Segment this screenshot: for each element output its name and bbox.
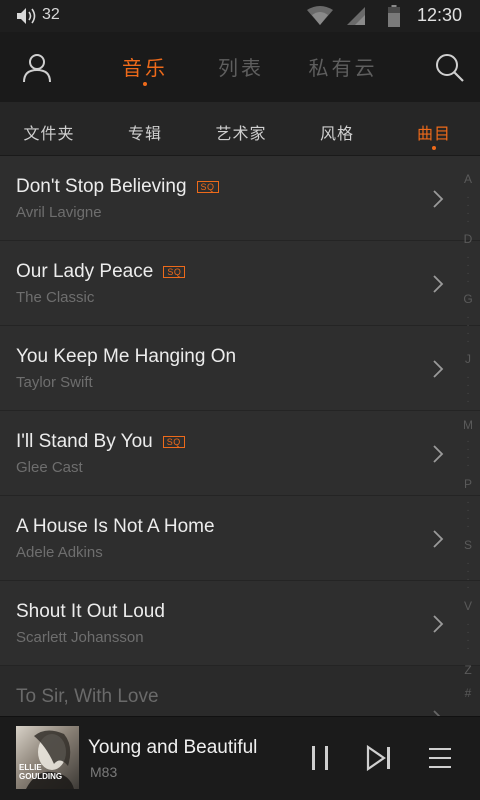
chevron-right-icon [433, 445, 444, 463]
now-playing-artist: M83 [90, 764, 118, 780]
sq-badge: SQ [196, 181, 219, 193]
song-title: Our Lady Peace [16, 261, 154, 282]
index-letter[interactable]: G [456, 292, 480, 306]
song-artist: Scarlett Johansson [16, 629, 144, 646]
index-letter[interactable]: D [456, 232, 480, 246]
volume-icon [17, 8, 36, 24]
song-artist: Glee Cast [16, 459, 83, 476]
next-track-button[interactable] [364, 744, 394, 772]
song-row[interactable]: A House Is Not A Home Adele Adkins [0, 496, 480, 581]
index-letter[interactable]: Z [456, 663, 480, 677]
index-separator: · · · · [466, 192, 470, 227]
tab-private-cloud[interactable]: 私有云 [298, 52, 388, 81]
index-letter[interactable]: P [456, 477, 480, 491]
category-tracks-label: 曲目 [416, 126, 451, 143]
pause-button[interactable] [306, 744, 334, 772]
index-separator: · · · · [466, 497, 470, 532]
album-art-text: ELLIE GOULDING [19, 763, 63, 781]
song-row[interactable]: Don't Stop Believing SQ Avril Lavigne [0, 156, 480, 241]
top-nav: 音乐 列表 私有云 [0, 32, 480, 102]
song-row[interactable]: Shout It Out Loud Scarlett Johansson [0, 581, 480, 666]
song-artist: Taylor Swift [16, 374, 93, 391]
category-genres-label: 风格 [319, 126, 354, 143]
signal-icon [347, 7, 365, 25]
song-row[interactable]: Our Lady Peace SQ The Classic [0, 241, 480, 326]
tab-music-label: 音乐 [122, 58, 168, 80]
clock: 12:30 [416, 5, 462, 25]
index-letter[interactable]: M [456, 418, 480, 432]
song-title: Don't Stop Believing [16, 176, 187, 197]
index-letter[interactable]: A [456, 172, 480, 186]
album-art[interactable]: ELLIE GOULDING [16, 726, 79, 789]
song-row[interactable]: To Sir, With Love [0, 666, 480, 716]
alphabet-index[interactable]: A · · · · D · · · · G · · · · J · · · · M · · · · P · · ·… [456, 166, 480, 706]
now-playing-bar[interactable]: ELLIE GOULDING Young and Beautiful M83 [0, 716, 480, 800]
playlist-menu-button[interactable] [426, 746, 454, 770]
volume-level: 32 [42, 6, 60, 23]
song-artist: Avril Lavigne [16, 204, 102, 221]
tab-playlists-label: 列表 [218, 58, 264, 80]
chevron-right-icon [433, 615, 444, 633]
index-separator: · · · · [466, 558, 470, 593]
category-artists-label: 艺术家 [215, 126, 267, 143]
song-row[interactable]: You Keep Me Hanging On Taylor Swift [0, 326, 480, 411]
chevron-right-icon [433, 360, 444, 378]
tab-playlists[interactable]: 列表 [196, 52, 286, 81]
search-icon[interactable] [432, 50, 466, 84]
song-title: Shout It Out Loud [16, 601, 165, 622]
song-artist: Adele Adkins [16, 544, 103, 561]
category-tabs: 文件夹 专辑 艺术家 风格 曲目 [0, 102, 480, 156]
index-separator: · · · · [466, 436, 470, 471]
song-artist: The Classic [16, 289, 95, 306]
index-letter[interactable]: S [456, 538, 480, 552]
category-tracks[interactable]: 曲目 [389, 120, 479, 150]
index-letter[interactable]: # [456, 686, 480, 700]
index-letter[interactable]: J [456, 352, 480, 366]
category-folders[interactable]: 文件夹 [4, 120, 94, 144]
song-row[interactable]: I'll Stand By You SQ Glee Cast [0, 411, 480, 496]
tab-private-cloud-label: 私有云 [308, 58, 378, 80]
active-tab-indicator [143, 82, 147, 86]
status-bar: 32 12:30 [0, 0, 480, 32]
index-separator: · · · · [466, 372, 470, 407]
sq-badge: SQ [163, 266, 186, 278]
song-list: Don't Stop Believing SQ Avril Lavigne Ou… [0, 156, 480, 716]
chevron-right-icon [433, 190, 444, 208]
category-artists[interactable]: 艺术家 [196, 120, 286, 144]
user-icon[interactable] [20, 50, 54, 84]
song-title: I'll Stand By You [16, 431, 153, 452]
song-title: A House Is Not A Home [16, 516, 215, 537]
index-separator: · · · · [466, 252, 470, 287]
index-separator: · · · · [466, 312, 470, 347]
song-title: To Sir, With Love [16, 686, 159, 707]
category-albums[interactable]: 专辑 [100, 120, 190, 144]
category-folders-label: 文件夹 [23, 126, 75, 143]
tab-music[interactable]: 音乐 [100, 52, 190, 86]
active-category-indicator [432, 146, 436, 150]
index-separator: · · · · [466, 619, 470, 654]
wifi-icon [307, 6, 333, 25]
index-letter[interactable]: V [456, 599, 480, 613]
chevron-right-icon [433, 275, 444, 293]
song-title: You Keep Me Hanging On [16, 346, 237, 367]
category-albums-label: 专辑 [127, 126, 162, 143]
sq-badge: SQ [162, 436, 185, 448]
now-playing-title: Young and Beautiful [88, 737, 258, 758]
battery-icon [388, 5, 400, 27]
category-genres[interactable]: 风格 [292, 120, 382, 144]
chevron-right-icon [433, 530, 444, 548]
